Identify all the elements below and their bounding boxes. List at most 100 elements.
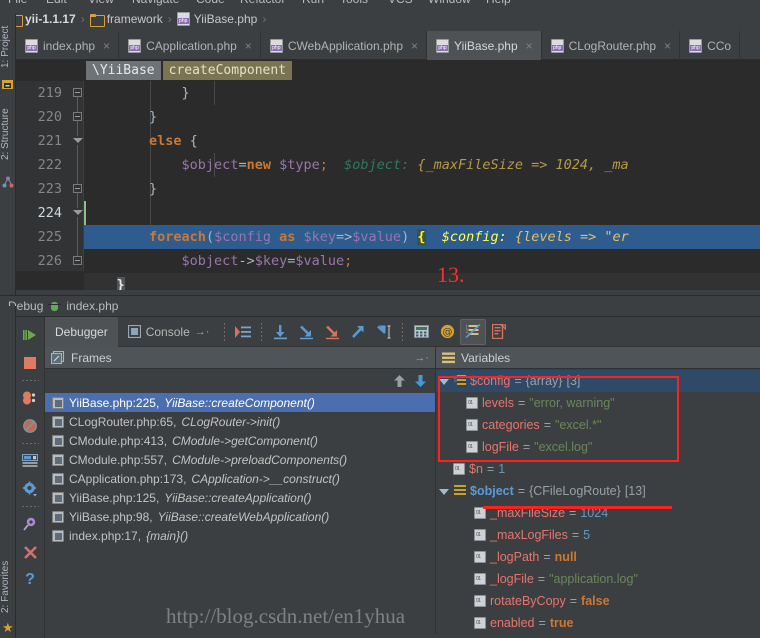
mute-breakpoints-button[interactable] <box>16 412 45 440</box>
breadcrumb-item-file[interactable]: YiiBase.php <box>176 12 260 26</box>
frame-row[interactable]: YiiBase.php:98, YiiBase::createWebApplic… <box>45 507 435 526</box>
menu-item-vcs[interactable]: VCS <box>388 0 413 6</box>
help-button[interactable]: ? <box>16 566 45 594</box>
fold-marker[interactable] <box>73 88 82 97</box>
frame-row[interactable]: YiiBase.php:125, YiiBase::createApplicat… <box>45 488 435 507</box>
variable-row-rotatebycopy[interactable]: rotateByCopy = false <box>436 590 760 612</box>
at-mark-button[interactable]: @ <box>434 319 460 345</box>
code-line[interactable]: } <box>84 273 760 290</box>
line-number-gutter[interactable]: 219 220 221 222 223 224 225 226 <box>16 81 70 271</box>
sidebar-item-project[interactable]: 1: Project <box>0 18 16 76</box>
menu-item-view[interactable]: View <box>88 0 114 6</box>
menu-item-edit[interactable]: Edit <box>46 0 67 6</box>
code-folding-strip[interactable] <box>70 81 84 271</box>
tab-console[interactable]: Console →· <box>118 317 220 347</box>
code-area[interactable]: 219 220 221 222 223 224 225 226}} else… <box>16 81 760 290</box>
menu-item-run[interactable]: Run <box>302 0 324 6</box>
breadcrumb-item-framework[interactable]: framework <box>89 12 165 27</box>
close-icon[interactable]: × <box>103 40 110 52</box>
tab-debugger[interactable]: Debugger <box>45 316 118 347</box>
breadcrumb-item-project[interactable]: yii-1.1.17 <box>8 12 78 27</box>
view-breakpoints-button[interactable] <box>16 384 45 412</box>
code-lines[interactable]: } } else { $object=new $type; $object: {… <box>84 81 760 290</box>
evaluate-expression-button[interactable] <box>408 319 434 345</box>
code-line[interactable]: } <box>84 105 760 129</box>
fold-marker-collapse[interactable] <box>73 208 83 217</box>
close-icon[interactable]: × <box>526 40 533 52</box>
variable-row-enabled[interactable]: enabled = true <box>436 612 760 634</box>
menu-item-navigate[interactable]: Navigate <box>132 0 179 6</box>
frame-row[interactable]: YiiBase.php:225, YiiBase::createComponen… <box>45 393 435 412</box>
step-over-button[interactable] <box>267 319 293 345</box>
chevron-down-icon[interactable] <box>439 376 450 387</box>
breadcrumb-method[interactable]: createComponent <box>162 61 293 80</box>
sidebar-item-structure[interactable]: 2: Structure <box>0 96 16 172</box>
variable-row-logfile-obj[interactable]: _logFile = "application.log" <box>436 568 760 590</box>
frames-list[interactable]: YiiBase.php:225, YiiBase::createComponen… <box>45 393 435 545</box>
resume-program-button[interactable] <box>16 321 45 349</box>
step-out-button[interactable] <box>345 319 371 345</box>
fold-marker[interactable] <box>73 112 82 121</box>
code-editor[interactable]: \YiiBase createComponent 219 220 221 222… <box>16 60 760 290</box>
settings-gear-button[interactable] <box>16 475 45 503</box>
stop-button[interactable] <box>16 349 45 377</box>
arrow-up-icon[interactable] <box>393 374 406 388</box>
close-icon[interactable]: × <box>411 40 418 52</box>
menu-item-file[interactable]: File <box>8 0 27 6</box>
variable-row-levels[interactable]: levels = "error, warning" <box>436 392 760 414</box>
pin-tab-button[interactable] <box>16 510 45 538</box>
tab-settings-arrow-icon[interactable]: →· <box>195 326 210 338</box>
frame-row[interactable]: CLogRouter.php:65, CLogRouter->init() <box>45 412 435 431</box>
fold-marker[interactable] <box>73 256 82 265</box>
variable-row-logpath[interactable]: _logPath = null <box>436 546 760 568</box>
variable-row-maxfilesize[interactable]: _maxFileSize = 1024 <box>436 502 760 524</box>
fold-marker[interactable] <box>73 184 82 193</box>
code-line-current[interactable]: foreach($config as $key=>$value) { $conf… <box>84 225 760 249</box>
tab-yiibase-php[interactable]: YiiBase.php × <box>427 31 542 60</box>
code-line[interactable]: } <box>84 81 760 105</box>
variable-row-n[interactable]: $n = 1 <box>436 458 760 480</box>
close-icon[interactable]: × <box>245 40 252 52</box>
close-button[interactable] <box>16 538 45 566</box>
frame-row[interactable]: CModule.php:413, CModule->getComponent() <box>45 431 435 450</box>
sidebar-item-favorites[interactable]: 2: Favorites <box>0 548 16 626</box>
fold-marker-collapse[interactable] <box>73 136 83 145</box>
breadcrumb-class[interactable]: \YiiBase <box>86 61 161 80</box>
frame-row[interactable]: index.php:17, {main}() <box>45 526 435 545</box>
menu-bar[interactable]: File Edit View Navigate Code Refactor Ru… <box>0 0 760 7</box>
menu-item-window[interactable]: Window <box>428 0 471 6</box>
show-execution-point-button[interactable] <box>230 319 256 345</box>
step-into-button[interactable] <box>293 319 319 345</box>
code-line[interactable]: else { <box>84 129 760 153</box>
variable-row-categories[interactable]: categories = "excel.*" <box>436 414 760 436</box>
code-line[interactable]: $object->$key=$value; <box>84 249 760 273</box>
tab-clogrouter-php[interactable]: CLogRouter.php × <box>542 31 681 60</box>
run-to-cursor-button[interactable] <box>371 319 397 345</box>
mute-variables-button[interactable]: 1 2 <box>460 318 487 345</box>
tab-cwebapplication-php[interactable]: CWebApplication.php × <box>261 31 428 60</box>
variable-row-logfile[interactable]: logFile = "excel.log" <box>436 436 760 458</box>
tab-cco-php[interactable]: CCo <box>680 31 741 60</box>
close-icon[interactable]: × <box>664 40 671 52</box>
export-threads-button[interactable] <box>486 319 512 345</box>
tab-capplication-php[interactable]: CApplication.php × <box>119 31 261 60</box>
chevron-down-icon[interactable] <box>439 486 450 497</box>
menu-item-refactor[interactable]: Refactor <box>240 0 285 6</box>
tab-index-php[interactable]: index.php × <box>16 31 120 60</box>
menu-item-help[interactable]: Help <box>486 0 511 6</box>
menu-item-code[interactable]: Code <box>196 0 225 6</box>
code-line[interactable]: } <box>84 177 760 201</box>
variable-row-maxlogfiles[interactable]: _maxLogFiles = 5 <box>436 524 760 546</box>
menu-item-tools[interactable]: Tools <box>340 0 368 6</box>
code-line[interactable] <box>84 201 760 225</box>
force-step-into-button[interactable] <box>319 319 345 345</box>
variable-row-config[interactable]: $config = {array} [3] <box>436 370 760 392</box>
variable-row-object[interactable]: $object = {CFileLogRoute} [13] <box>436 480 760 502</box>
settings-layout-button[interactable] <box>16 447 45 475</box>
arrow-down-icon[interactable] <box>414 374 427 388</box>
code-line[interactable]: $object=new $type; $object: {_maxFileSiz… <box>84 153 760 177</box>
settings-arrow-icon[interactable]: →· <box>414 352 429 364</box>
frame-row[interactable]: CModule.php:557, CModule->preloadCompone… <box>45 450 435 469</box>
frame-row[interactable]: CApplication.php:173, CApplication->__co… <box>45 469 435 488</box>
variables-list[interactable]: $config = {array} [3] levels = "error, w… <box>436 369 760 634</box>
